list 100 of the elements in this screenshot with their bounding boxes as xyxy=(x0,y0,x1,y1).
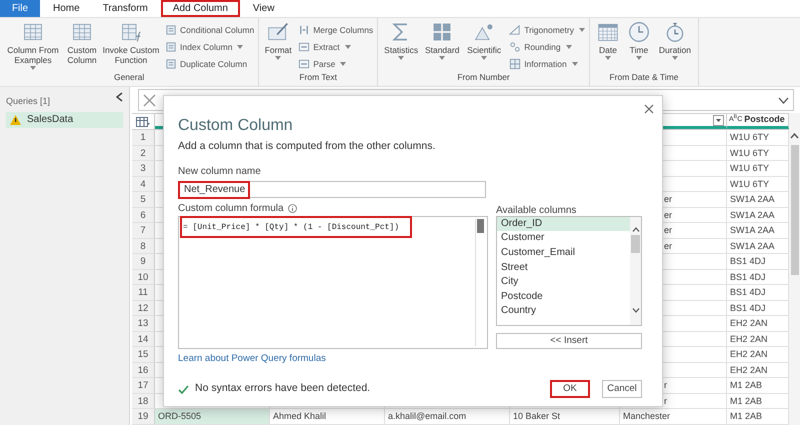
ribbon-tab[interactable]: File xyxy=(0,0,40,17)
dialog-button[interactable]: Cancel xyxy=(602,380,642,398)
triangle-icon xyxy=(509,24,522,36)
extract-icon xyxy=(298,58,310,70)
ribbon-button[interactable]: Merge Columns xyxy=(298,23,374,37)
row-number: 5 xyxy=(132,192,155,206)
table-icon xyxy=(71,21,93,43)
scroll-down-icon[interactable] xyxy=(632,308,640,313)
row-number: 8 xyxy=(132,238,155,253)
ribbon-button[interactable]: Extract xyxy=(298,40,374,54)
row-number: 7 xyxy=(132,223,155,238)
scrollbar-thumb[interactable] xyxy=(790,145,798,275)
ribbon-button[interactable]: Statistics xyxy=(382,21,420,72)
group-label: From Text xyxy=(299,72,337,83)
scrollbar-thumb[interactable] xyxy=(631,234,640,253)
information-icon xyxy=(509,58,522,70)
ribbon-button[interactable]: Rounding xyxy=(509,40,585,54)
scroll-up-icon[interactable] xyxy=(632,226,640,232)
ribbon-tab[interactable]: Add Column xyxy=(160,0,240,17)
chevron-down-icon[interactable] xyxy=(778,96,789,104)
merge-icon xyxy=(298,24,310,36)
caret-icon xyxy=(237,45,244,49)
collapse-icon[interactable] xyxy=(116,92,123,102)
close-icon[interactable] xyxy=(143,94,156,106)
caret-icon xyxy=(275,56,282,60)
list-item[interactable]: Order_ID xyxy=(497,216,630,232)
ribbon-button[interactable]: Custom Column xyxy=(65,21,99,72)
column-name-field[interactable]: Net_Revenue xyxy=(178,180,486,198)
filter-dropdown-icon[interactable] xyxy=(713,114,724,126)
ribbon-button[interactable]: Information xyxy=(509,57,585,71)
scrollbar[interactable] xyxy=(789,113,800,425)
caret-icon xyxy=(398,56,404,60)
formula-editor[interactable]: = [Unit_Price] * [Qty] * (1 - [Discount_Pct]) xyxy=(178,216,488,349)
ribbon-button[interactable]: Parse xyxy=(298,57,374,71)
calendar-icon xyxy=(596,21,619,43)
ribbon-button[interactable]: Trigonometry xyxy=(509,23,585,37)
pane-title: Queries [1] xyxy=(6,95,50,108)
function-table-icon xyxy=(120,21,142,43)
caret-icon xyxy=(344,45,351,49)
row-number: 6 xyxy=(132,208,155,222)
dialog-title: Custom Column xyxy=(178,116,294,136)
caret-icon xyxy=(439,56,446,60)
ribbon-button[interactable]: Duration xyxy=(656,21,694,72)
dialog-button[interactable]: OK xyxy=(550,380,590,398)
row-number: 15 xyxy=(132,347,155,362)
list-item[interactable]: City xyxy=(497,275,630,290)
caret-icon xyxy=(340,62,346,66)
list-item[interactable]: Country xyxy=(497,304,630,319)
info-icon[interactable] xyxy=(288,204,297,213)
group-label: From Date & Time xyxy=(609,72,678,83)
ribbon-button[interactable]: Format xyxy=(263,21,294,72)
table-cell: 10 Baker St xyxy=(510,409,620,424)
table-cell: Manchester xyxy=(620,409,727,424)
ribbon-button[interactable]: Column From Examples xyxy=(4,21,62,72)
field-label: Available columns xyxy=(496,204,578,214)
ribbon-button[interactable]: Time xyxy=(624,21,653,72)
row-number: 14 xyxy=(132,332,155,346)
ribbon-button[interactable]: Index Column xyxy=(165,40,254,54)
row-number: 11 xyxy=(132,285,155,300)
ribbon-button[interactable]: Duplicate Column xyxy=(165,57,254,71)
scrollbar[interactable] xyxy=(475,218,485,346)
dialog-description: Add a column that is computed from the other columns. xyxy=(178,139,436,154)
extract-icon xyxy=(298,41,310,53)
format-icon xyxy=(267,21,290,43)
field-label: New column name xyxy=(178,164,262,179)
insert-button[interactable]: << Insert xyxy=(496,332,642,349)
ribbon-tab[interactable]: View xyxy=(242,0,284,17)
help-link[interactable]: Learn about Power Query formulas xyxy=(178,352,326,366)
ribbon-button[interactable]: Scientific xyxy=(464,21,504,72)
table-cell: ORD-5505 xyxy=(155,409,270,424)
caret-icon xyxy=(572,62,578,66)
table-cell: a.khalil@email.com xyxy=(385,409,510,424)
scroll-up-icon[interactable] xyxy=(790,133,799,139)
clock-icon xyxy=(628,21,650,43)
scrollbar-thumb[interactable] xyxy=(477,218,484,233)
row-number: 17 xyxy=(132,378,155,392)
row-number: 2 xyxy=(132,146,155,160)
caret-icon xyxy=(481,56,488,60)
ribbon-tab[interactable]: Home xyxy=(43,0,90,17)
ribbon-button[interactable]: Standard xyxy=(423,21,462,72)
row-number: 3 xyxy=(132,161,155,176)
scrollbar[interactable] xyxy=(630,216,641,325)
caret-icon xyxy=(578,28,585,32)
row-number: 10 xyxy=(132,270,155,284)
list-item[interactable]: Street xyxy=(497,260,630,276)
list-item[interactable]: Postcode xyxy=(497,290,630,304)
table-cell: Ahmed Khalil xyxy=(270,409,385,424)
ribbon-button[interactable]: Invoke Custom Function xyxy=(102,21,160,72)
query-item[interactable]: SalesData xyxy=(6,112,123,128)
row-number: 18 xyxy=(132,394,155,408)
table-icon[interactable] xyxy=(136,116,150,126)
ribbon-button[interactable]: Date xyxy=(594,21,622,72)
caret-icon xyxy=(30,66,36,70)
ribbon-tab[interactable]: Transform xyxy=(92,0,158,17)
close-icon[interactable] xyxy=(644,104,654,114)
warning-icon xyxy=(10,114,21,124)
row-number: 4 xyxy=(132,176,155,191)
column-list[interactable]: Order_ID Customer Customer_Email Street City Postcode Country xyxy=(496,216,642,326)
ribbon-button[interactable]: Conditional Column xyxy=(165,23,254,37)
column-header[interactable]: Postcode xyxy=(744,113,785,127)
